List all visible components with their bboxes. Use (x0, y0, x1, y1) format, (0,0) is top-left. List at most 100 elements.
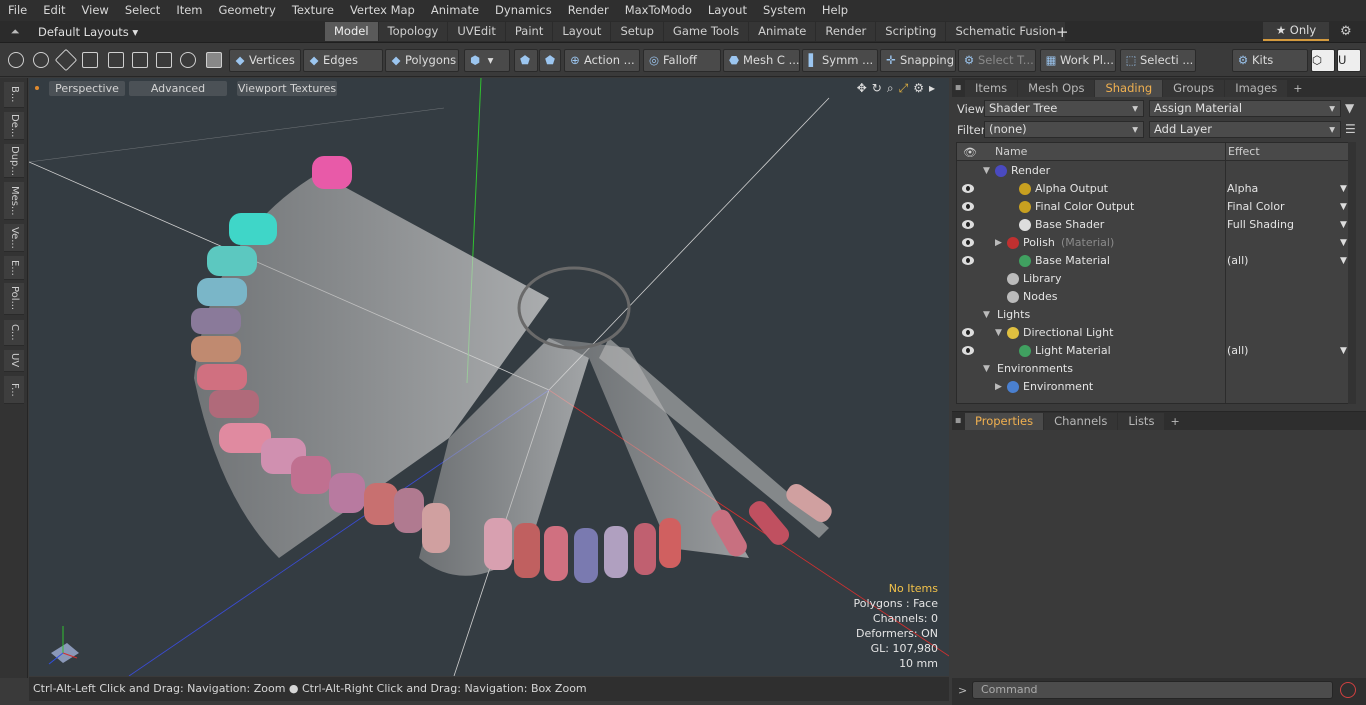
3d-viewport[interactable]: Perspective Advanced Viewport Textures ✥… (29, 78, 949, 676)
menu-maxtomodo[interactable]: MaxToModo (617, 0, 700, 21)
menu-view[interactable]: View (74, 0, 117, 21)
shader-tree-row[interactable]: Base Material (all) ▼ (957, 252, 1348, 270)
polygons-button[interactable]: ◆ Polygons (385, 49, 459, 72)
tab-render[interactable]: Render (816, 22, 876, 41)
visibility-eye-icon[interactable] (962, 346, 974, 355)
tab-paint[interactable]: Paint (505, 22, 553, 41)
shader-tree-row[interactable]: Base Shader Full Shading ▼ (957, 216, 1348, 234)
only-toggle[interactable]: ★ Only (1263, 22, 1329, 41)
action-center-button[interactable]: ⊕ Action ... (564, 49, 640, 72)
tab-layout[interactable]: Layout (553, 22, 611, 41)
maximize-icon[interactable]: ⤢ (899, 81, 909, 96)
shader-tree-row[interactable]: ▼ Environments (957, 360, 1348, 378)
align-icon[interactable] (108, 52, 124, 68)
tab-topology[interactable]: Topology (378, 22, 448, 41)
zoom-icon[interactable]: ⌕ (887, 81, 894, 96)
tab-schematic-fusion[interactable]: Schematic Fusion (946, 22, 1066, 41)
panel-tab-mesh-ops[interactable]: Mesh Ops (1018, 80, 1095, 97)
kits-button[interactable]: ⚙ Kits (1232, 49, 1308, 72)
menu-animate[interactable]: Animate (423, 0, 487, 21)
visibility-eye-icon[interactable] (962, 184, 974, 193)
panel-tab-shading[interactable]: Shading (1095, 80, 1163, 97)
shader-tree-row[interactable]: Alpha Output Alpha ▼ (957, 180, 1348, 198)
left-strip-tab[interactable]: Ve... (4, 224, 24, 252)
menu-item[interactable]: Item (168, 0, 210, 21)
effect-dropdown-icon[interactable]: ▼ (1340, 198, 1347, 216)
expand-arrow-icon[interactable]: ▼ (983, 360, 990, 378)
effect-dropdown-icon[interactable]: ▼ (1340, 252, 1347, 270)
props-tab-channels[interactable]: Channels (1044, 413, 1118, 430)
symmetry-button[interactable]: ▌ Symm ... (802, 49, 878, 72)
transform-icon[interactable] (132, 52, 148, 68)
menu-texture[interactable]: Texture (284, 0, 342, 21)
edges-button[interactable]: ◆ Edges (303, 49, 383, 72)
add-layer-dropdown[interactable]: Add Layer (1149, 121, 1341, 138)
effect-dropdown-icon[interactable]: ▼ (1340, 216, 1347, 234)
expand-arrow-icon[interactable]: ▼ (983, 162, 990, 180)
shader-tree-row[interactable]: ▼ Render (957, 162, 1348, 180)
view-dropdown[interactable]: Shader Tree (984, 100, 1144, 117)
left-strip-tab[interactable]: Pol... (4, 283, 24, 315)
tab-game-tools[interactable]: Game Tools (663, 22, 749, 41)
menu-edit[interactable]: Edit (35, 0, 73, 21)
shader-tree-row[interactable]: ▼ Lights (957, 306, 1348, 324)
unreal-icon[interactable]: U (1337, 49, 1361, 72)
sym-x-button[interactable]: ⬟ (514, 49, 538, 72)
menu-select[interactable]: Select (117, 0, 168, 21)
mesh-constraint-button[interactable]: ⬣ Mesh C ... (723, 49, 800, 72)
menu-geometry[interactable]: Geometry (211, 0, 284, 21)
visibility-eye-icon[interactable] (962, 238, 974, 247)
shader-tree-row[interactable]: ▼ Directional Light (957, 324, 1348, 342)
left-strip-tab[interactable]: UV (4, 350, 24, 372)
menu-render[interactable]: Render (560, 0, 617, 21)
element-icon[interactable] (156, 52, 172, 68)
pan-icon[interactable]: ✥ (857, 81, 867, 96)
left-strip-tab[interactable]: Mes... (4, 182, 24, 220)
name-column-header[interactable]: Name (995, 145, 1027, 158)
left-strip-tab[interactable]: E... (4, 256, 24, 280)
layer-effect[interactable]: Full Shading (1227, 216, 1294, 234)
rotate-icon[interactable] (180, 52, 196, 68)
shader-tree-row[interactable]: Light Material (all) ▼ (957, 342, 1348, 360)
perspective-button[interactable]: Perspective (49, 81, 125, 96)
left-strip-tab[interactable]: C... (4, 320, 24, 346)
viewport-gear-icon[interactable]: ⚙ (913, 81, 924, 96)
menu-vertex-map[interactable]: Vertex Map (342, 0, 423, 21)
layer-effect[interactable]: (all) (1227, 342, 1248, 360)
props-tab-properties[interactable]: Properties (965, 413, 1044, 430)
shader-tree-row[interactable]: Final Color Output Final Color ▼ (957, 198, 1348, 216)
menu-dynamics[interactable]: Dynamics (487, 0, 560, 21)
vertices-button[interactable]: ◆ Vertices (229, 49, 301, 72)
pen-icon[interactable] (54, 48, 78, 72)
panel-add-tab-button[interactable]: + (1287, 80, 1308, 97)
gear-icon[interactable]: ⚙ (1340, 24, 1352, 39)
add-tab-button[interactable]: + (1056, 22, 1069, 42)
props-tab-lists[interactable]: Lists (1118, 413, 1165, 430)
globe-icon[interactable] (33, 52, 49, 68)
viewport-menu-dot[interactable] (35, 86, 39, 90)
props-add-tab-button[interactable]: + (1164, 413, 1185, 430)
left-strip-tab[interactable]: De... (4, 112, 24, 140)
visibility-eye-icon[interactable] (962, 256, 974, 265)
snapping-button[interactable]: ✛ Snapping (880, 49, 956, 72)
filter-funnel-icon[interactable]: ▼ (1345, 101, 1354, 115)
panel-grip-icon[interactable]: ◾ (952, 80, 964, 97)
falloff-button[interactable]: ◎ Falloff (643, 49, 721, 72)
expand-arrow-icon[interactable]: ▼ (995, 324, 1002, 342)
sym-y-button[interactable]: ⬟ (539, 49, 561, 72)
filter-dropdown[interactable]: (none) (984, 121, 1144, 138)
command-input[interactable]: Command (972, 681, 1333, 699)
viewport-textures-button[interactable]: Viewport Textures (237, 81, 337, 96)
advanced-shading-button[interactable]: Advanced (129, 81, 227, 96)
effect-dropdown-icon[interactable]: ▼ (1340, 234, 1347, 252)
item-mode-icon[interactable] (206, 52, 222, 68)
tab-scripting[interactable]: Scripting (876, 22, 946, 41)
viewport-expand-icon[interactable]: ▸ (929, 81, 935, 96)
left-strip-tab[interactable]: Dup... (4, 144, 24, 178)
menu-file[interactable]: File (0, 0, 35, 21)
expand-arrow-icon[interactable]: ▶ (995, 378, 1002, 396)
menu-layout[interactable]: Layout (700, 0, 755, 21)
layout-selector[interactable]: Default Layouts ▾ (38, 24, 138, 40)
menu-system[interactable]: System (755, 0, 814, 21)
material-mode-button[interactable]: ⬢ ▾ (464, 49, 510, 72)
